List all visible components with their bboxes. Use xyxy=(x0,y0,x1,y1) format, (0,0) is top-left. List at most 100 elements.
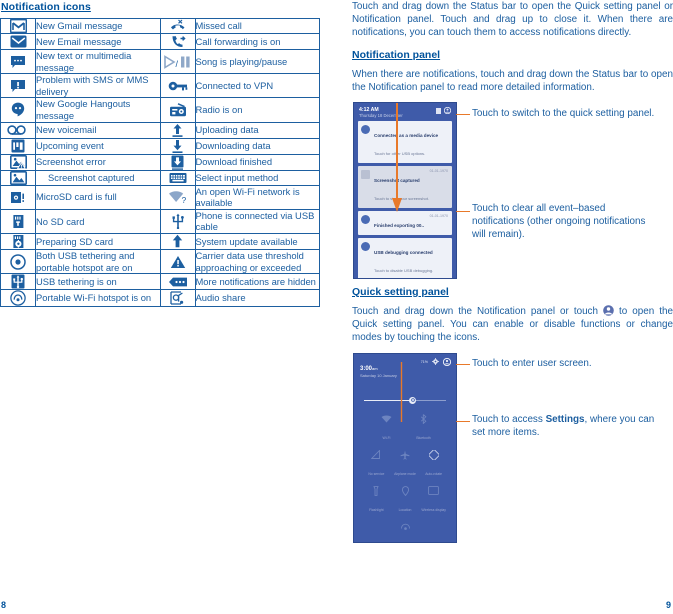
qs-tile-airplane-mode[interactable]: Airplane mode xyxy=(391,448,420,480)
system-update-icon xyxy=(161,234,195,248)
qs-tile-bluetooth[interactable]: Bluetooth xyxy=(409,412,439,444)
icon-cell xyxy=(0,121,36,139)
notification-panel-annotation-bottom: Touch to clear all event–based notificat… xyxy=(472,203,646,241)
table-row: New Email message Call forwarding is on xyxy=(0,33,320,50)
icon-cell xyxy=(159,289,196,308)
leader-line-top xyxy=(456,114,470,116)
leader-line-bottom xyxy=(456,211,470,213)
usb-icon xyxy=(161,213,195,230)
sd-full-icon xyxy=(1,190,35,205)
np-card-time: 01-01-1970 xyxy=(429,169,448,174)
np-status-bar: 4:12 AM Thursday 18 December xyxy=(354,103,456,121)
annotation-settings-word: Settings xyxy=(545,413,585,425)
usb-debug-icon xyxy=(361,242,370,252)
icon-cell xyxy=(159,208,196,234)
gmail-icon xyxy=(1,19,35,33)
bluetooth-icon xyxy=(409,412,439,426)
vpn-key-icon xyxy=(161,80,195,92)
row-label: Missed call xyxy=(194,18,320,34)
row-label: New Google Hangouts message xyxy=(35,97,161,123)
row-label: Preparing SD card xyxy=(35,232,161,250)
table-row: New Gmail message Missed call xyxy=(0,18,320,34)
row-label: USB tethering is on xyxy=(35,273,161,291)
table-row: Screenshot captured Select input method xyxy=(0,169,320,186)
qs-time: 3:00am xyxy=(360,366,378,372)
qs-time-value: 3:00 xyxy=(360,365,373,372)
airplane-icon xyxy=(391,448,420,462)
icon-cell xyxy=(159,232,196,250)
icon-cell xyxy=(159,248,196,275)
qs-battery-level: 71% xyxy=(420,359,428,364)
keyboard-icon xyxy=(161,172,195,184)
hangouts-icon xyxy=(1,102,35,117)
icon-cell xyxy=(0,153,36,171)
qs-tile-wireless-display[interactable]: Wireless display xyxy=(419,484,448,516)
row-label: New voicemail xyxy=(35,121,161,139)
np-card-title: Finished exporting 00.. xyxy=(374,223,425,229)
qs-tile-label: No service xyxy=(368,471,385,476)
qs-tile-label: Flashlight xyxy=(369,507,384,512)
qs-tile-row-2: No service Airplane mode Auto-rotate xyxy=(354,448,456,480)
table-row: Portable Wi-Fi hotspot is on Audio share xyxy=(0,289,320,308)
icon-cell xyxy=(159,121,196,139)
row-label: Upcoming event xyxy=(35,137,161,155)
np-card-text: Finished exporting 00.. xyxy=(374,214,426,232)
preparing-sd-icon xyxy=(1,234,35,249)
icon-cell xyxy=(0,289,36,308)
qs-tile-label: Auto-rotate xyxy=(425,471,443,476)
row-label: Both USB tethering and portable hotspot … xyxy=(35,248,161,275)
usb-tethering-icon xyxy=(1,274,35,289)
quick-setting-panel-body: Touch and drag down the Notification pan… xyxy=(352,305,673,345)
row-label: Select input method xyxy=(194,169,320,186)
qs-tile-location[interactable]: Location xyxy=(391,484,420,516)
qs-time-suffix: am xyxy=(372,365,378,371)
user-screen-icon[interactable] xyxy=(443,357,451,366)
location-icon xyxy=(391,484,420,498)
list-item[interactable]: Connected as a media device Touch for ot… xyxy=(358,121,452,164)
qs-tile-wifi[interactable]: Wi-Fi xyxy=(372,412,402,444)
row-label: Radio is on xyxy=(194,97,320,123)
np-status-icons xyxy=(436,107,451,115)
brightness-slider[interactable] xyxy=(364,396,446,404)
notification-panel-body: When there are notifications, touch and … xyxy=(352,68,673,93)
qs-tile-flashlight[interactable]: Flashlight xyxy=(362,484,391,516)
settings-gear-icon[interactable] xyxy=(432,358,439,366)
qs-tile-auto-rotate[interactable]: Auto-rotate xyxy=(419,448,448,480)
slider-knob[interactable] xyxy=(409,396,417,404)
icon-cell: / xyxy=(159,48,196,75)
qs-date: Saturday 10 January xyxy=(360,372,397,378)
wifi-open-icon: ? xyxy=(161,190,195,204)
quick-setting-panel-heading: Quick setting panel xyxy=(352,286,449,299)
screenshot-captured-icon xyxy=(1,170,35,185)
np-card-title: USB debugging connected xyxy=(374,250,433,256)
screenshot-error-icon xyxy=(1,155,35,170)
quick-setting-panel-screenshot: 71% 3:00am Saturday 10 January Wi-Fi Blu… xyxy=(353,352,457,543)
notification-icons-tbody: New Gmail message Missed call New Email … xyxy=(0,18,320,308)
call-forwarding-icon xyxy=(161,34,195,49)
table-row: New text or multimedia message / Song is… xyxy=(0,48,320,75)
missed-call-icon xyxy=(161,19,195,33)
list-item[interactable]: Finished exporting 00.. 01-01-1970 xyxy=(358,211,452,236)
table-row: Upcoming event Downloading data xyxy=(0,137,320,155)
icon-cell xyxy=(0,97,36,123)
data-warning-icon xyxy=(161,255,195,269)
radio-icon xyxy=(161,103,195,117)
list-item[interactable]: Screenshot captured Touch to view your s… xyxy=(358,166,452,209)
table-row: New voicemail Uploading data xyxy=(0,121,320,139)
auto-rotate-icon xyxy=(419,448,448,462)
quick-setting-annotation-top: Touch to enter user screen. xyxy=(472,357,592,369)
table-row: No SD card Phone is connected via USB ca… xyxy=(0,208,320,234)
sd-card-status-icon xyxy=(436,107,441,114)
page-number-left: 8 xyxy=(1,600,7,610)
icon-cell xyxy=(159,33,196,50)
qs-tile-hotspot[interactable]: Hotspot xyxy=(390,520,420,542)
icon-cell xyxy=(159,73,196,99)
no-sd-icon xyxy=(1,214,35,229)
hotspot-icon xyxy=(390,520,420,534)
user-account-icon[interactable] xyxy=(444,107,451,115)
list-item[interactable]: USB debugging connected Touch to disable… xyxy=(358,238,452,279)
np-card-title: Connected as a media device xyxy=(374,133,439,139)
qs-tile-no-service[interactable]: No service xyxy=(362,448,391,480)
row-label: Download finished xyxy=(194,153,320,171)
leader-line-qs-top xyxy=(456,363,470,365)
